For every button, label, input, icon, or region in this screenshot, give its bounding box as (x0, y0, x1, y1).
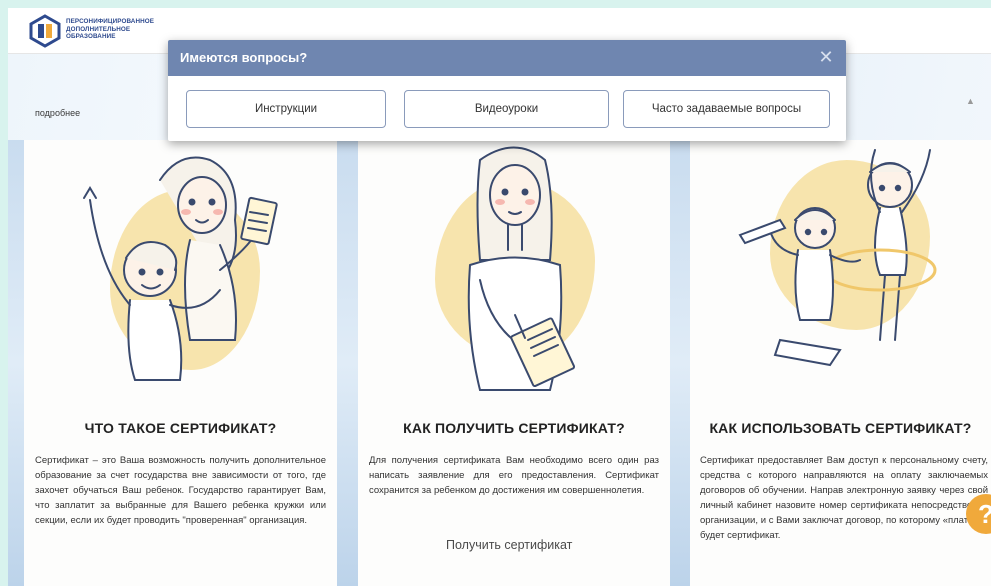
column-divider (337, 140, 358, 586)
left-edge-decoration (8, 140, 24, 586)
column-divider (670, 140, 690, 586)
modal-header: Имеются вопросы? ✕ (168, 40, 846, 76)
video-lessons-button[interactable]: Видеоуроки (404, 90, 609, 128)
logo-line-1: ПЕРСОНИФИЦИРОВАННОЕ (66, 18, 155, 25)
children-playing-illustration (738, 149, 937, 367)
faq-button[interactable]: Часто задаваемые вопросы (623, 90, 830, 128)
modal-title: Имеются вопросы? (180, 50, 308, 65)
more-link[interactable]: подробнее (35, 108, 80, 118)
close-icon[interactable]: ✕ (816, 47, 836, 67)
logo-icon (29, 14, 61, 48)
column-2-title: КАК ПОЛУЧИТЬ СЕРТИФИКАТ? (403, 420, 625, 436)
column-1-text: Сертификат – это Ваша возможность получи… (35, 455, 326, 526)
column-3-text: Сертификат предоставляет Вам доступ к пе… (700, 455, 988, 541)
column-3-title: КАК ИСПОЛЬЗОВАТЬ СЕРТИФИКАТ? (709, 420, 972, 436)
mother-child-illustration (83, 156, 278, 381)
site-logo[interactable]: ПЕРСОНИФИЦИРОВАННОЕ ДОПОЛНИТЕЛЬНОЕ ОБРАЗ… (28, 14, 168, 48)
girl-writing-illustration (467, 146, 576, 391)
get-certificate-link[interactable]: Получить сертификат (446, 538, 572, 552)
logo-line-2: ДОПОЛНИТЕЛЬНОЕ (66, 25, 131, 33)
column-1-title: ЧТО ТАКОЕ СЕРТИФИКАТ? (84, 420, 277, 436)
questions-modal: Имеются вопросы? ✕ Инструкции Видеоуроки… (168, 40, 846, 141)
instructions-button[interactable]: Инструкции (186, 90, 386, 128)
column-2-text: Для получения сертификата Вам необходимо… (369, 455, 659, 496)
logo-text: ПЕРСОНИФИЦИРОВАННОЕ ДОПОЛНИТЕЛЬНОЕ ОБРАЗ… (66, 18, 154, 41)
scroll-up-icon[interactable]: ▲ (966, 96, 975, 106)
logo-line-3: ОБРАЗОВАНИЕ (66, 33, 116, 40)
